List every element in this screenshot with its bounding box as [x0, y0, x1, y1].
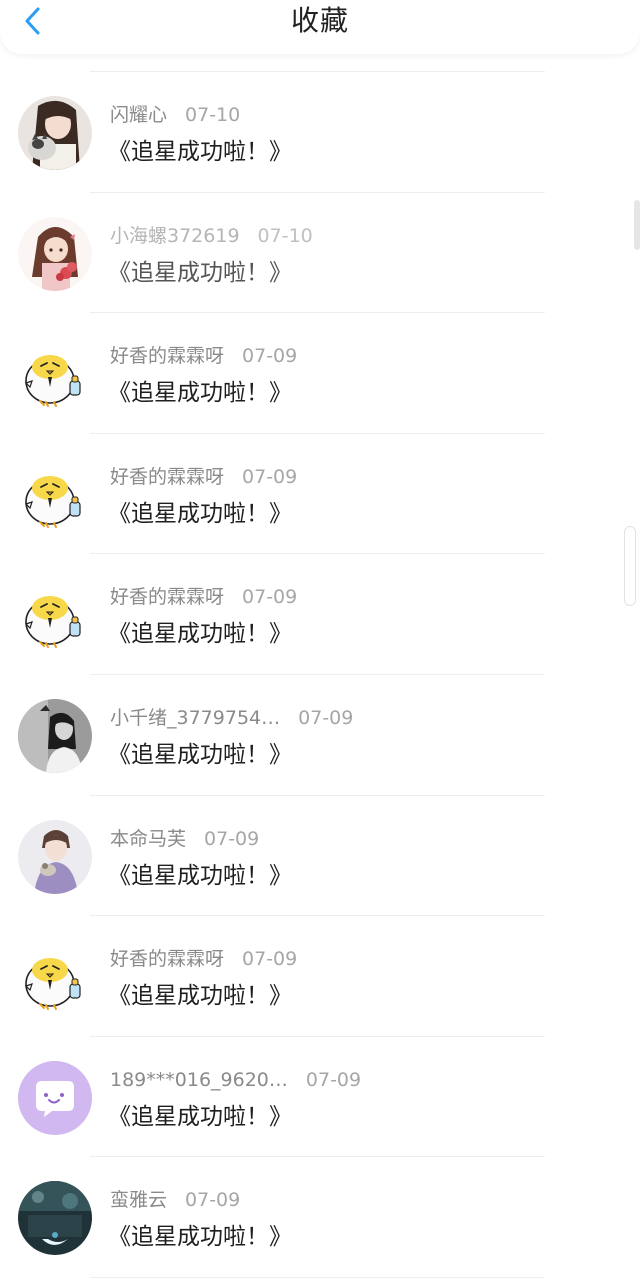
list-item[interactable]: 小千绪_3779754… 07-09 《追星成功啦！》 [0, 675, 640, 796]
list-item[interactable]: 好香的霖霖呀 07-09 《追星成功啦！》 [0, 554, 640, 675]
post-date: 07-09 [305, 1068, 362, 1091]
list-item[interactable]: 好香的霖霖呀 07-09 《追星成功啦！》 [0, 434, 640, 555]
post-date: 07-09 [242, 345, 298, 368]
avatar[interactable] [18, 1060, 92, 1135]
list-item[interactable]: 小海螺372619 07-10 《追星成功啦！》 [0, 193, 640, 314]
item-content[interactable]: 《追星成功啦！》 [108, 136, 292, 168]
item-content[interactable]: 《追星成功啦！》 [108, 739, 292, 771]
avatar[interactable] [18, 940, 92, 1015]
item-meta: 本命马芙 07-09 [110, 826, 259, 852]
avatar[interactable] [18, 216, 92, 291]
username[interactable]: 好香的霖霖呀 [110, 345, 224, 367]
post-date: 07-10 [185, 104, 241, 126]
post-date: 07-10 [257, 224, 313, 247]
post-date: 07-09 [242, 586, 298, 609]
list-item[interactable]: 好香的霖霖呀 07-09 《追星成功啦！》 [0, 313, 640, 434]
item-meta: 小海螺372619 07-10 [110, 223, 313, 249]
username[interactable]: 本命马芙 [110, 828, 186, 850]
item-content[interactable]: 《追星成功啦！》 [108, 498, 292, 530]
item-content[interactable]: 《追星成功啦！》 [108, 618, 292, 650]
avatar[interactable] [18, 1181, 92, 1256]
item-content[interactable]: 《追星成功啦！》 [108, 257, 292, 289]
page-title: 收藏 [290, 4, 349, 37]
item-content[interactable]: 《追星成功啦！》 [108, 860, 292, 892]
username[interactable]: 好香的霖霖呀 [110, 948, 224, 970]
item-content[interactable]: 《追星成功啦！》 [108, 1221, 292, 1253]
avatar[interactable] [18, 819, 92, 894]
list-item[interactable]: 好香的霖霖呀 07-09 《追星成功啦！》 [0, 916, 640, 1037]
username[interactable]: 蛮雅云 [110, 1189, 167, 1211]
item-content[interactable]: 《追星成功啦！》 [108, 1101, 292, 1133]
list-item[interactable]: 189***016_9620… 07-09 《追星成功啦！》 [0, 1037, 640, 1158]
list-item[interactable]: 蛮雅云 07-09 《追星成功啦！》 [0, 1157, 640, 1278]
favorites-list: 闪耀心 07-10 《追星成功啦！》 小海螺372619 07-10 《追星成功啦！》 … [0, 72, 640, 1278]
item-meta: 小千绪_3779754… 07-09 [110, 705, 353, 731]
scrollbar-thumb[interactable] [634, 200, 640, 250]
username[interactable]: 闪耀心 [110, 104, 167, 126]
avatar[interactable] [18, 578, 92, 653]
item-meta: 好香的霖霖呀 07-09 [110, 464, 297, 490]
item-meta: 好香的霖霖呀 07-09 [110, 584, 297, 610]
username[interactable]: 好香的霖霖呀 [110, 466, 224, 488]
username[interactable]: 小海螺372619 [110, 225, 240, 247]
username[interactable]: 189***016_9620… [110, 1069, 288, 1091]
top-bar: 收藏 [0, 0, 640, 54]
avatar[interactable] [18, 457, 92, 532]
item-content[interactable]: 《追星成功啦！》 [108, 980, 292, 1012]
item-meta: 蛮雅云 07-09 [110, 1187, 240, 1213]
avatar[interactable] [18, 337, 92, 412]
avatar[interactable] [18, 698, 92, 773]
item-meta: 189***016_9620… 07-09 [110, 1067, 361, 1093]
scroll-indicator[interactable] [624, 526, 636, 606]
post-date: 07-09 [185, 1189, 241, 1212]
username[interactable]: 好香的霖霖呀 [110, 586, 224, 608]
post-date: 07-09 [298, 706, 354, 729]
item-meta: 好香的霖霖呀 07-09 [110, 343, 297, 369]
avatar[interactable] [18, 96, 92, 170]
post-date: 07-09 [242, 948, 298, 971]
username[interactable]: 小千绪_3779754… [110, 707, 280, 729]
item-meta: 好香的霖霖呀 07-09 [110, 946, 297, 972]
item-meta: 闪耀心 07-10 [110, 102, 240, 128]
list-item[interactable]: 闪耀心 07-10 《追星成功啦！》 [0, 72, 640, 193]
post-date: 07-09 [242, 465, 298, 488]
list-item[interactable]: 本命马芙 07-09 《追星成功啦！》 [0, 796, 640, 917]
post-date: 07-09 [204, 827, 260, 850]
item-content[interactable]: 《追星成功啦！》 [108, 377, 292, 409]
